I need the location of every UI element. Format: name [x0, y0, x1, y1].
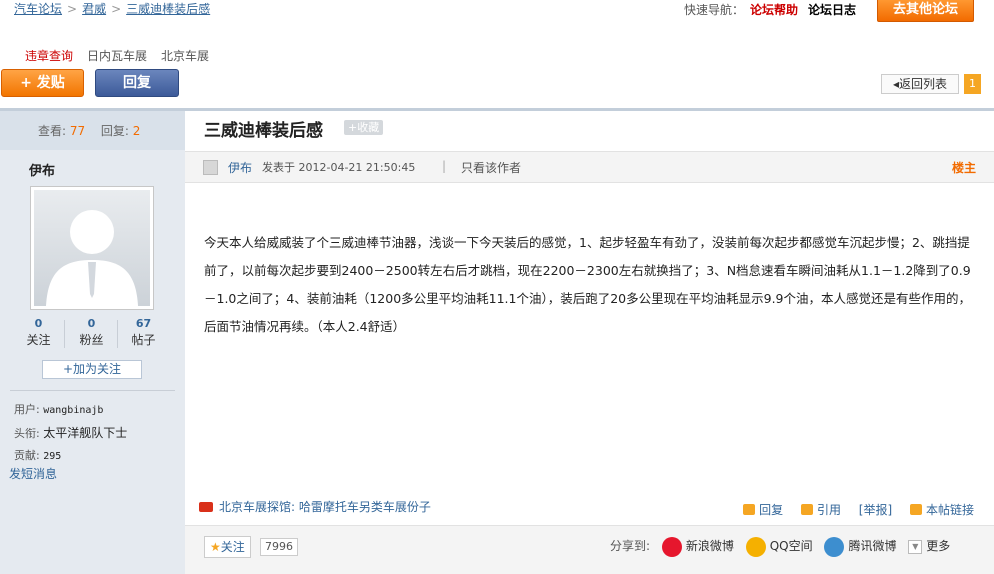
only-author-link[interactable]: 只看该作者 — [461, 159, 521, 176]
quote-action-label: 引用 — [816, 503, 841, 517]
reply-button[interactable]: 回复 — [95, 69, 179, 97]
following-count[interactable]: 0 关注 — [14, 316, 63, 349]
sidebar-divider — [10, 390, 175, 391]
page-number[interactable]: 1 — [964, 74, 981, 94]
thread-title: 三威迪棒装后感 — [204, 121, 323, 141]
other-forum-button[interactable]: 去其他论坛 — [877, 0, 974, 22]
author-counts: 0 关注 0 粉丝 67 帖子 — [14, 316, 162, 352]
post-main: 三威迪棒装后感 +收藏 伊布 发表于 2012-04-21 21:50:45 |… — [185, 108, 994, 574]
reply-icon — [743, 504, 756, 515]
replies-count: 2 — [132, 124, 141, 138]
quote-icon — [800, 504, 813, 515]
divider — [64, 320, 65, 348]
author-profile: 用户: wangbinajb 头衔: 太平洋舰队下士 贡献: 295 — [14, 399, 127, 468]
share-more[interactable]: ▼ 更多 — [908, 539, 951, 554]
contribution-value: 295 — [43, 451, 62, 462]
camera-icon — [199, 502, 213, 512]
add-follow-button[interactable]: +加为关注 — [42, 360, 142, 379]
post-meta-bar: 伊布 发表于 2012-04-21 21:50:45 | 只看该作者 楼主 — [185, 151, 994, 183]
share-qzone[interactable]: QQ空间 — [745, 536, 813, 557]
back-to-list-button[interactable]: ◂返回列表 — [881, 74, 959, 94]
breadcrumb-thread-link[interactable]: 三威迪棒装后感 — [126, 2, 210, 16]
report-action[interactable]: [举报] — [859, 503, 892, 517]
permalink-action[interactable]: 本帖链接 — [909, 503, 974, 517]
username: wangbinajb — [43, 405, 104, 416]
permalink-action-label: 本帖链接 — [925, 503, 974, 517]
rank-title: 太平洋舰队下士 — [43, 426, 128, 440]
default-avatar-icon — [46, 210, 138, 306]
views-label: 查看: — [38, 124, 67, 138]
quick-nav: 快速导航： 论坛帮助 论坛日志 — [684, 1, 856, 18]
divider — [117, 320, 118, 348]
reply-action-label: 回复 — [759, 503, 784, 517]
post-author-link[interactable]: 伊布 — [228, 159, 252, 176]
views-count: 77 — [69, 124, 86, 138]
watch-label: 关注 — [220, 540, 245, 554]
share-options: 分享到: 新浪微博 QQ空间 腾讯微博 ▼ 更多 — [610, 535, 950, 557]
qzone-icon — [745, 536, 766, 557]
sina-weibo-label: 新浪微博 — [685, 539, 734, 553]
beijing-show-link[interactable]: 北京车展 — [161, 49, 209, 63]
posts-count[interactable]: 67 帖子 — [119, 316, 168, 349]
geneva-show-link[interactable]: 日内瓦车展 — [87, 49, 147, 63]
watch-count: 7996 — [260, 538, 298, 556]
following-label: 关注 — [26, 333, 51, 347]
forum-log-link[interactable]: 论坛日志 — [808, 3, 856, 17]
chevron-down-icon: ▼ — [908, 539, 923, 554]
post-content: 今天本人给威威装了个三威迪棒节油器，浅谈一下今天装后的感觉，1、起步轻盈车有劲了… — [204, 235, 972, 334]
fans-count[interactable]: 0 粉丝 — [67, 316, 116, 349]
tencent-weibo-icon — [824, 536, 845, 557]
star-icon: ★ — [210, 540, 221, 554]
floor-label: 楼主 — [951, 161, 976, 175]
promo-link[interactable]: 哈雷摩托车另类车展份子 — [299, 500, 431, 514]
top-bar: 汽车论坛 > 君威 > 三威迪棒装后感 快速导航： 论坛帮助 论坛日志 去其他论坛 — [0, 0, 994, 24]
tencent-weibo-label: 腾讯微博 — [848, 539, 897, 553]
watch-button[interactable]: ★关注 — [204, 536, 251, 558]
breadcrumb-forum-link[interactable]: 汽车论坛 — [14, 2, 62, 16]
reply-action[interactable]: 回复 — [743, 503, 783, 517]
share-bar: ★关注 7996 分享到: 新浪微博 QQ空间 腾讯微博 ▼ 更多 — [185, 525, 994, 574]
send-message-link[interactable]: 发短消息 — [9, 465, 57, 482]
top-links: 违章查询 日内瓦车展 北京车展 — [25, 47, 223, 64]
breadcrumb: 汽车论坛 > 君威 > 三威迪棒装后感 — [14, 0, 210, 17]
new-post-button[interactable]: + 发贴 — [1, 69, 84, 97]
avatar[interactable] — [30, 186, 154, 310]
quick-nav-label: 快速导航： — [684, 3, 745, 17]
violation-query-link[interactable]: 违章查询 — [25, 49, 73, 63]
more-label: 更多 — [926, 539, 951, 553]
following-num: 0 — [34, 317, 43, 330]
post-actions: 回复 引用 [举报] 本帖链接 — [729, 501, 974, 518]
share-label: 分享到: — [610, 539, 651, 553]
user-icon — [203, 160, 218, 175]
favorite-button[interactable]: +收藏 — [344, 120, 384, 135]
sina-weibo-icon — [661, 536, 682, 557]
breadcrumb-separator: > — [67, 2, 78, 16]
posts-num: 67 — [135, 317, 152, 330]
share-tencent-weibo[interactable]: 腾讯微博 — [824, 536, 897, 557]
contribution-label: 贡献: — [14, 449, 40, 462]
fans-label: 粉丝 — [79, 333, 104, 347]
posts-label: 帖子 — [131, 333, 156, 347]
breadcrumb-separator: > — [111, 2, 122, 16]
share-sina-weibo[interactable]: 新浪微博 — [661, 536, 734, 557]
replies-label: 回复: — [100, 124, 129, 138]
promo-prefix-link[interactable]: 北京车展探馆: — [219, 500, 295, 514]
forum-help-link[interactable]: 论坛帮助 — [750, 3, 798, 17]
author-sidebar: 查看: 77 回复: 2 伊布 0 关注 0 粉丝 67 帖子 +加为关注 用户… — [0, 108, 185, 574]
post-top-border — [185, 108, 994, 111]
author-name[interactable]: 伊布 — [29, 160, 55, 179]
user-label: 用户: — [14, 403, 40, 416]
promo-line: 北京车展探馆: 哈雷摩托车另类车展份子 — [199, 498, 431, 515]
post-time: 发表于 2012-04-21 21:50:45 — [262, 161, 416, 174]
qzone-label: QQ空间 — [769, 539, 813, 553]
quote-action[interactable]: 引用 — [800, 503, 841, 517]
thread-stats: 查看: 77 回复: 2 — [0, 108, 185, 150]
breadcrumb-board-link[interactable]: 君威 — [82, 2, 106, 16]
meta-divider: | — [442, 159, 447, 173]
rank-label: 头衔: — [14, 427, 40, 440]
fans-num: 0 — [87, 317, 96, 330]
link-icon — [909, 504, 922, 515]
